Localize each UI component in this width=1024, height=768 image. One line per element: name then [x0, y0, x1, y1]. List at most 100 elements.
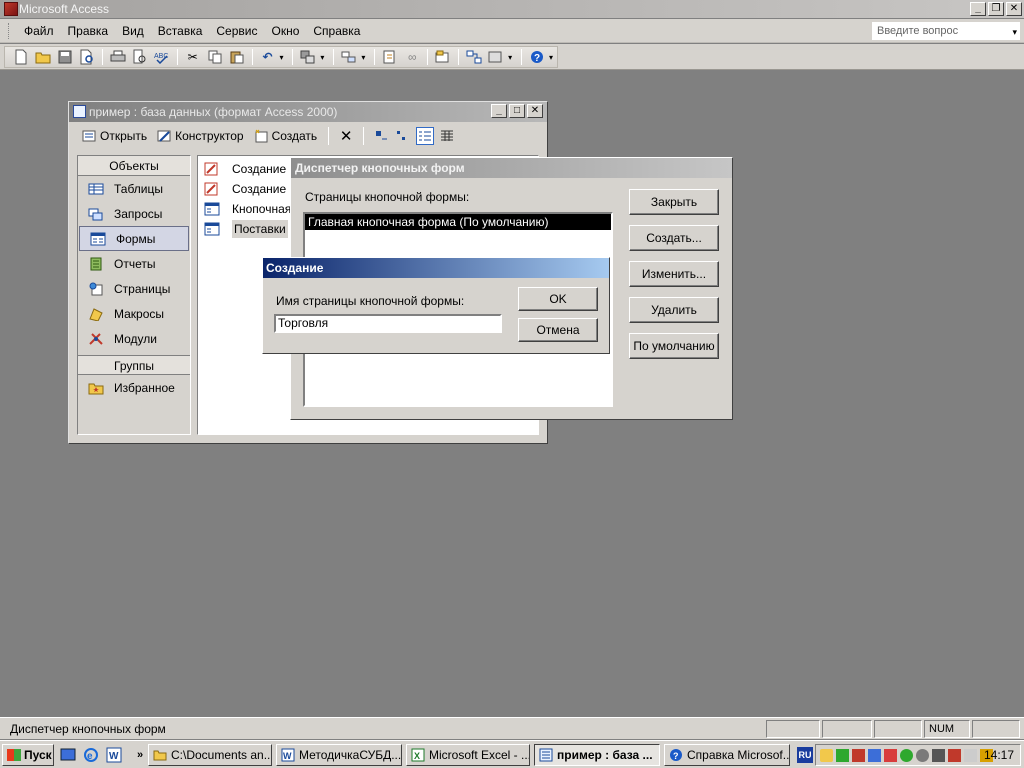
- network-icon[interactable]: [868, 748, 881, 762]
- ask-question-input[interactable]: Введите вопрос ▾: [872, 22, 1020, 40]
- language-indicator[interactable]: RU: [797, 747, 813, 763]
- svg-text:?: ?: [534, 53, 540, 64]
- make-default-button[interactable]: По умолчанию: [629, 333, 719, 359]
- task-excel[interactable]: X Microsoft Excel - ...: [406, 744, 530, 766]
- menu-file[interactable]: Файл: [17, 22, 61, 40]
- menu-insert[interactable]: Вставка: [151, 22, 210, 40]
- security-shield-icon[interactable]: [820, 748, 833, 762]
- undo-dropdown-icon[interactable]: ▾: [279, 53, 287, 62]
- object-forms[interactable]: Формы: [79, 226, 189, 251]
- ok-button[interactable]: OK: [518, 287, 598, 311]
- open-button[interactable]: Открыть: [79, 127, 150, 145]
- internet-explorer-icon[interactable]: e: [83, 747, 99, 763]
- clock[interactable]: 14:17: [984, 748, 1014, 762]
- object-label: Отчеты: [114, 256, 156, 271]
- create-page-button[interactable]: Создать...: [629, 225, 719, 251]
- cut-icon[interactable]: ✂: [183, 47, 203, 67]
- close-button[interactable]: ✕: [1006, 2, 1022, 16]
- create-button[interactable]: Создать: [251, 127, 321, 145]
- list-item[interactable]: Кнопочная: [204, 199, 291, 219]
- office-links-dropdown-icon[interactable]: ▾: [320, 53, 328, 62]
- restore-button[interactable]: ❐: [988, 2, 1004, 16]
- objects-header[interactable]: Объекты: [78, 156, 190, 176]
- alert-icon[interactable]: [948, 748, 961, 762]
- menu-view[interactable]: Вид: [115, 22, 151, 40]
- task-word-doc[interactable]: W МетодичкаСУБД...: [276, 744, 402, 766]
- object-queries[interactable]: Запросы: [78, 201, 190, 226]
- menu-tools[interactable]: Сервис: [209, 22, 264, 40]
- antivirus-icon[interactable]: [852, 748, 865, 762]
- paste-icon[interactable]: [227, 47, 247, 67]
- menu-window[interactable]: Окно: [264, 22, 306, 40]
- start-button[interactable]: Пуск: [2, 744, 54, 766]
- close-dialog-button[interactable]: Закрыть: [629, 189, 719, 215]
- open-folder-icon[interactable]: [33, 47, 53, 67]
- code-icon[interactable]: [380, 47, 400, 67]
- new-file-icon[interactable]: [11, 47, 31, 67]
- menu-grip[interactable]: [8, 22, 11, 39]
- undo-icon[interactable]: ↶: [258, 47, 278, 67]
- relationships-icon[interactable]: [464, 47, 484, 67]
- db-close-button[interactable]: ✕: [527, 104, 543, 118]
- list-view-icon[interactable]: [416, 127, 435, 145]
- edit-page-button[interactable]: Изменить...: [629, 261, 719, 287]
- delete-page-button[interactable]: Удалить: [629, 297, 719, 323]
- print-preview-icon[interactable]: [130, 47, 150, 67]
- object-tables[interactable]: Таблицы: [78, 176, 190, 201]
- save-icon[interactable]: [55, 47, 75, 67]
- copy-icon[interactable]: [205, 47, 225, 67]
- small-icons-view-icon[interactable]: [394, 127, 412, 145]
- db-minimize-button[interactable]: _: [491, 104, 507, 118]
- task-access-db[interactable]: пример : база ...: [534, 744, 660, 766]
- task-explorer[interactable]: C:\Documents an...: [148, 744, 272, 766]
- list-item[interactable]: Поставки: [204, 219, 288, 239]
- help-icon[interactable]: ?: [527, 47, 547, 67]
- menu-edit[interactable]: Правка: [61, 22, 116, 40]
- switchboard-manager-titlebar[interactable]: Диспетчер кнопочных форм: [291, 158, 732, 178]
- design-button[interactable]: Конструктор: [154, 127, 246, 145]
- print-icon[interactable]: [108, 47, 128, 67]
- download-arrow-icon[interactable]: [836, 748, 849, 762]
- word-icon[interactable]: W: [106, 747, 122, 763]
- analyze-icon[interactable]: [339, 47, 359, 67]
- object-modules[interactable]: Модули: [78, 326, 190, 351]
- delete-icon[interactable]: ✕: [337, 127, 355, 145]
- create-dialog-titlebar[interactable]: Создание: [263, 258, 609, 278]
- new-object-icon[interactable]: [486, 47, 506, 67]
- minimize-button[interactable]: _: [970, 2, 986, 16]
- list-item[interactable]: Создание ф: [204, 179, 299, 199]
- network-error-icon[interactable]: [884, 748, 897, 762]
- app-title: Microsoft Access: [0, 0, 1024, 18]
- volume-icon[interactable]: [932, 748, 945, 762]
- database-window-titlebar[interactable]: пример : база данных (формат Access 2000…: [69, 102, 547, 122]
- new-object-dropdown-icon[interactable]: ▾: [508, 53, 516, 62]
- more-quicklaunch-icon[interactable]: »: [132, 747, 148, 763]
- script-icon[interactable]: ∞: [402, 47, 422, 67]
- spelling-icon[interactable]: ABC: [152, 47, 172, 67]
- chevron-down-icon[interactable]: ▾: [1012, 24, 1017, 40]
- media-icon[interactable]: [916, 748, 929, 762]
- large-icons-view-icon[interactable]: [372, 127, 390, 145]
- object-macros[interactable]: Макросы: [78, 301, 190, 326]
- analyze-dropdown-icon[interactable]: ▾: [361, 53, 369, 62]
- object-pages[interactable]: Страницы: [78, 276, 190, 301]
- switchboard-page-item[interactable]: Главная кнопочная форма (По умолчанию): [305, 214, 611, 230]
- cancel-button[interactable]: Отмена: [518, 318, 598, 342]
- properties-icon[interactable]: [433, 47, 453, 67]
- bluetooth-icon[interactable]: [964, 748, 977, 762]
- task-help[interactable]: ? Справка Microsof...: [664, 744, 790, 766]
- file-search-icon[interactable]: [77, 47, 97, 67]
- office-links-icon[interactable]: [298, 47, 318, 67]
- access-app-icon[interactable]: [4, 2, 18, 16]
- menu-help[interactable]: Справка: [306, 22, 367, 40]
- check-icon[interactable]: [900, 748, 913, 762]
- toolbar-options-icon[interactable]: ▾: [549, 53, 557, 62]
- show-desktop-icon[interactable]: [60, 747, 76, 763]
- list-item[interactable]: Создание ф: [204, 159, 299, 179]
- db-maximize-button[interactable]: □: [509, 104, 525, 118]
- object-reports[interactable]: Отчеты: [78, 251, 190, 276]
- details-view-icon[interactable]: [438, 127, 456, 145]
- group-favorites[interactable]: Избранное: [78, 375, 190, 400]
- page-name-input[interactable]: Торговля: [274, 314, 502, 333]
- groups-header[interactable]: Группы: [78, 355, 190, 375]
